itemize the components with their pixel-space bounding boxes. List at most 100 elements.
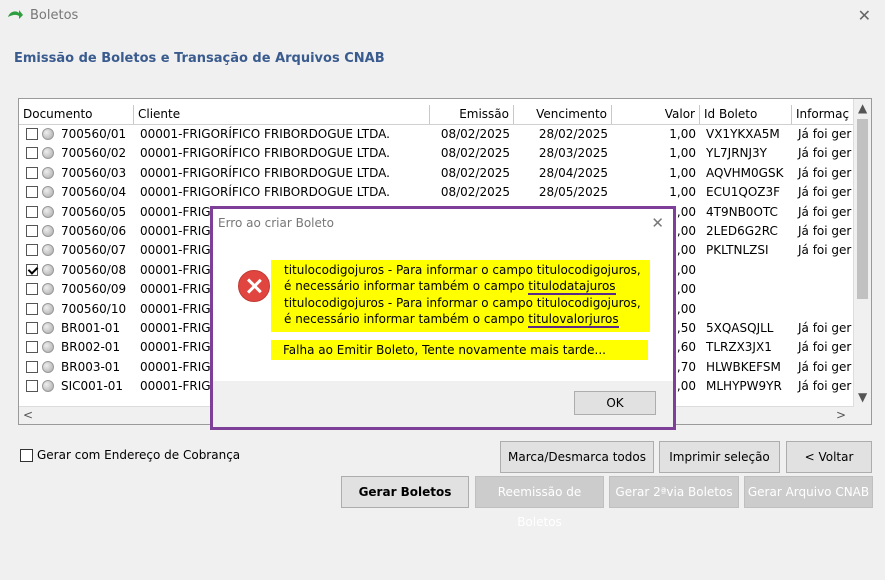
cell-id-boleto: ECU1QOZ3F <box>706 185 781 200</box>
cell-info <box>794 261 854 280</box>
scroll-down-icon[interactable]: ▼ <box>858 390 867 404</box>
row-checkbox[interactable] <box>26 322 38 334</box>
row-checkbox[interactable] <box>26 128 38 140</box>
cell-info: Já foi ger <box>798 340 852 355</box>
cell-documento: BR003-01 <box>61 359 121 374</box>
cell-vencimento: 28/04/2025 <box>538 165 608 180</box>
gerar-endereco-cobranca-label: Gerar com Endereço de Cobrança <box>37 448 241 462</box>
cell-emissao: 08/02/2025 <box>440 185 510 200</box>
row-checkbox[interactable] <box>26 186 38 199</box>
marca-desmarca-button[interactable]: Marca/Desmarca todos <box>500 441 654 473</box>
cell-id-boleto: AQVHM0GSK <box>706 165 784 180</box>
row-checkbox[interactable] <box>26 166 38 179</box>
scroll-thumb[interactable] <box>857 119 868 299</box>
dialog-body: titulocodigojuros - Para informar o camp… <box>213 239 673 381</box>
table-row[interactable]: 700560/03 00001-FRIGORÍFICO FRIBORDOGUE L… <box>19 164 871 183</box>
cell-id-boleto: 4T9NB0OTC <box>706 204 778 219</box>
row-checkbox[interactable] <box>26 283 38 296</box>
row-checkbox[interactable] <box>26 360 38 373</box>
message-line: é necessário informar também o campo tit… <box>284 279 616 295</box>
cell-id-boleto: HLWBKEFSM <box>706 359 781 374</box>
cell-info: Já foi ger <box>798 204 852 219</box>
cell-info: Já foi ger <box>798 185 852 200</box>
field-titulodatajuros: titulodatajuros <box>528 279 616 295</box>
cell-info <box>794 300 854 319</box>
row-checkbox[interactable] <box>26 225 38 237</box>
cell-cliente: 00001-FRIGORÍFICO FRIBORDOGUE LTDA. <box>140 127 390 141</box>
title-bar: Boletos ✕ <box>0 0 885 32</box>
cell-documento: 700560/04 <box>61 185 127 200</box>
segunda-via-button[interactable]: Gerar 2ªvia Boletos <box>609 476 739 508</box>
status-dot-icon <box>42 341 54 354</box>
scroll-right-icon[interactable]: > <box>836 408 846 422</box>
row-checkbox[interactable] <box>26 147 38 160</box>
row-checkbox[interactable] <box>26 244 38 257</box>
cell-documento: 700560/09 <box>61 282 127 297</box>
status-dot-icon <box>42 166 54 179</box>
failure-message: Falha ao Emitir Boleto, Tente novamente … <box>271 340 648 360</box>
message-line: titulocodigojuros - Para informar o camp… <box>284 296 641 310</box>
voltar-button[interactable]: < Voltar <box>786 441 872 473</box>
scroll-left-icon[interactable]: < <box>23 408 33 422</box>
cell-valor: 1,00 <box>669 146 696 161</box>
cell-documento: 700560/10 <box>61 301 127 316</box>
status-dot-icon <box>42 380 54 393</box>
scroll-up-icon[interactable]: ▲ <box>858 101 867 115</box>
cell-info: Já foi ger <box>798 321 852 335</box>
status-dot-icon <box>42 302 54 315</box>
col-cliente[interactable]: Cliente <box>134 105 430 124</box>
cell-info: Já foi ger <box>798 243 852 258</box>
message-line: titulocodigojuros - Para informar o camp… <box>284 263 641 277</box>
cell-id-boleto: TLRZX3JX1 <box>706 340 772 355</box>
cell-emissao: 08/02/2025 <box>440 146 510 161</box>
table-row[interactable]: 700560/01 00001-FRIGORÍFICO FRIBORDOGUE L… <box>19 125 871 144</box>
vertical-scrollbar[interactable]: ▲ ▼ <box>853 99 871 424</box>
grid-header: Documento Cliente Emissão Vencimento Val… <box>19 105 871 125</box>
status-dot-icon <box>42 186 54 199</box>
cell-documento: 700560/01 <box>61 127 127 141</box>
imprimir-selecao-button[interactable]: Imprimir seleção <box>659 441 780 473</box>
cell-info: Já foi ger <box>798 379 852 394</box>
row-checkbox[interactable] <box>26 205 38 218</box>
cell-id-boleto: PKLTNLZSI <box>706 243 769 258</box>
cell-documento: 700560/02 <box>61 146 127 161</box>
gerar-arquivo-cnab-button[interactable]: Gerar Arquivo CNAB <box>744 476 873 508</box>
window-title: Boletos <box>30 8 79 23</box>
cell-emissao: 08/02/2025 <box>440 165 510 180</box>
cell-id-boleto: 5XQASQJLL <box>706 321 774 335</box>
reemissao-boletos-button[interactable]: Reemissão de Boletos <box>475 476 604 529</box>
cell-info <box>794 280 854 299</box>
close-icon[interactable]: ✕ <box>858 6 871 25</box>
cell-emissao: 08/02/2025 <box>440 127 510 141</box>
cell-vencimento: 28/05/2025 <box>538 185 608 200</box>
gerar-boletos-button[interactable]: Gerar Boletos <box>341 476 469 508</box>
status-dot-icon <box>42 225 54 237</box>
dialog-title-bar: Erro ao criar Boleto ✕ <box>213 209 673 239</box>
row-checkbox[interactable] <box>26 263 38 276</box>
ok-button[interactable]: OK <box>574 391 656 415</box>
row-checkbox[interactable] <box>26 302 38 315</box>
row-checkbox[interactable] <box>26 341 38 354</box>
cell-id-boleto <box>702 261 792 280</box>
table-row[interactable]: 700560/04 00001-FRIGORÍFICO FRIBORDOGUE L… <box>19 183 871 202</box>
col-documento[interactable]: Documento <box>19 105 134 124</box>
dialog-title: Erro ao criar Boleto <box>218 216 334 230</box>
cell-info: Já foi ger <box>798 224 852 238</box>
col-valor[interactable]: Valor <box>612 105 700 124</box>
table-row[interactable]: 700560/02 00001-FRIGORÍFICO FRIBORDOGUE L… <box>19 144 871 163</box>
cell-id-boleto: YL7JRNJ3Y <box>706 146 768 161</box>
col-emissao[interactable]: Emissão <box>430 105 514 124</box>
status-dot-icon <box>42 360 54 373</box>
field-titulovalorjuros: titulovalorjuros <box>528 312 619 328</box>
dialog-close-icon[interactable]: ✕ <box>651 214 664 232</box>
cell-documento: 700560/03 <box>61 165 127 180</box>
gerar-endereco-cobranca-checkbox[interactable] <box>20 449 33 462</box>
col-vencimento[interactable]: Vencimento <box>514 105 612 124</box>
status-dot-icon <box>42 322 54 334</box>
green-arrow-icon <box>8 10 23 19</box>
cell-valor: 1,00 <box>669 165 696 180</box>
cell-documento: 700560/08 <box>61 262 127 277</box>
row-checkbox[interactable] <box>26 380 38 393</box>
col-id-boleto[interactable]: Id Boleto <box>700 105 792 124</box>
failure-text: Falha ao Emitir Boleto, Tente novamente … <box>283 343 606 357</box>
